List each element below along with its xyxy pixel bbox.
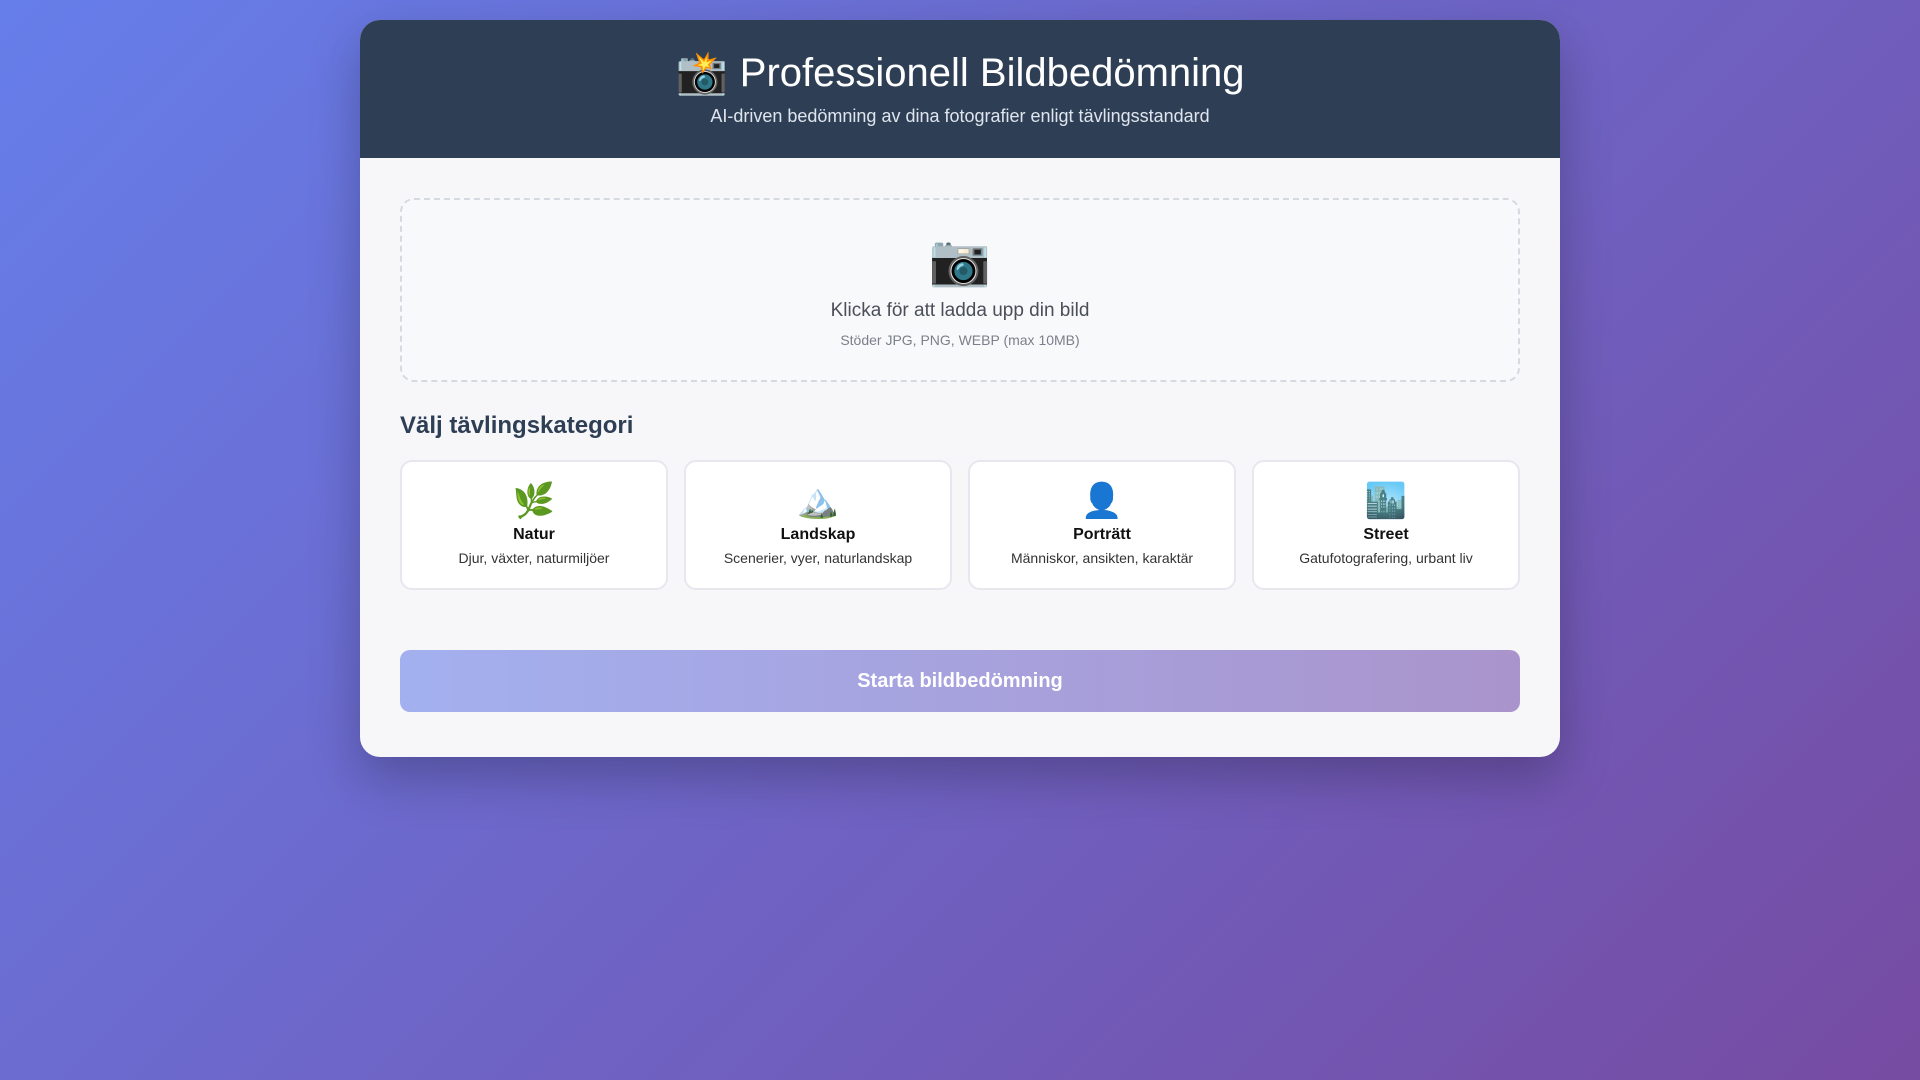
main-content: 📷 Klicka för att ladda upp din bild Stöd… xyxy=(360,158,1560,712)
category-description: Människor, ansikten, karaktär xyxy=(1010,550,1194,566)
leaf-icon: 🌿 xyxy=(512,481,556,521)
category-list: 🌿 Natur Djur, växter, naturmiljöer 🏔️ La… xyxy=(400,460,1520,590)
page-subtitle: AI-driven bedömning av dina fotografier … xyxy=(710,106,1210,126)
page-header: 📸 Professionell Bildbedömning AI-driven … xyxy=(360,20,1560,158)
category-description: Djur, växter, naturmiljöer xyxy=(458,550,610,566)
page-title: Professionell Bildbedömning xyxy=(739,51,1245,95)
category-card-portratt[interactable]: 👤 Porträtt Människor, ansikten, karaktär xyxy=(968,460,1236,590)
cityscape-icon: 🏙️ xyxy=(1364,481,1408,521)
category-name: Natur xyxy=(513,526,555,543)
category-card-street[interactable]: 🏙️ Street Gatufotografering, urbant liv xyxy=(1252,460,1520,590)
category-description: Scenerier, vyer, naturlandskap xyxy=(723,550,913,566)
category-section-title: Välj tävlingskategori xyxy=(400,412,634,439)
title-row: 📸 Professionell Bildbedömning xyxy=(360,50,1560,96)
category-description: Gatufotografering, urbant liv xyxy=(1299,550,1473,566)
start-assessment-button[interactable]: Starta bildbedömning xyxy=(400,650,1520,712)
camera-icon: 📷 xyxy=(928,231,992,289)
mountain-icon: 🏔️ xyxy=(796,481,840,521)
upload-format-hint: Stöder JPG, PNG, WEBP (max 10MB) xyxy=(840,332,1080,348)
category-name: Landskap xyxy=(780,526,856,543)
category-name: Street xyxy=(1363,526,1409,543)
assessment-card: 📸 Professionell Bildbedömning AI-driven … xyxy=(360,20,1560,757)
category-name: Porträtt xyxy=(1073,526,1131,543)
person-icon: 👤 xyxy=(1080,481,1124,521)
image-upload-area[interactable]: 📷 Klicka för att ladda upp din bild Stöd… xyxy=(400,198,1520,382)
category-card-landskap[interactable]: 🏔️ Landskap Scenerier, vyer, naturlandsk… xyxy=(684,460,952,590)
category-card-natur[interactable]: 🌿 Natur Djur, växter, naturmiljöer xyxy=(400,460,668,590)
camera-flash-icon: 📸 xyxy=(675,48,728,97)
upload-instruction: Klicka för att ladda upp din bild xyxy=(830,300,1090,321)
